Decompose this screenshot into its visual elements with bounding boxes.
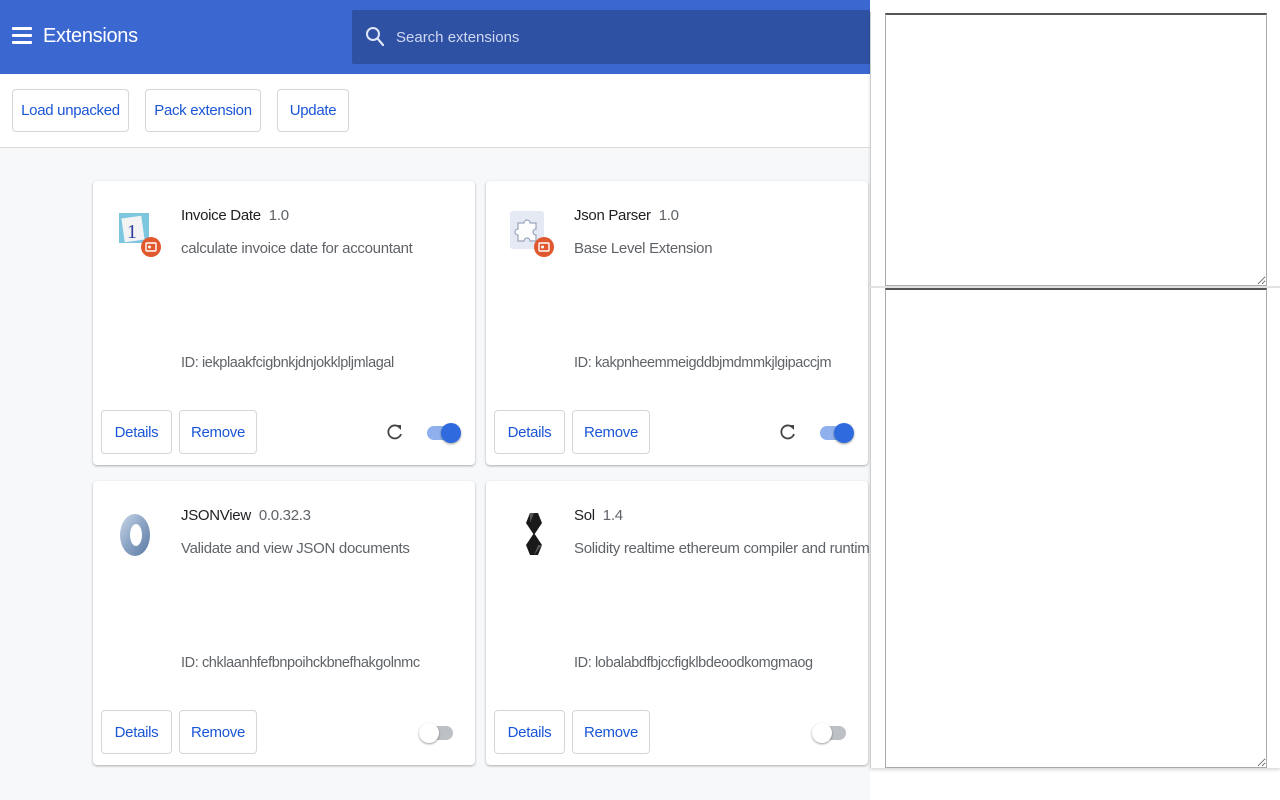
extension-version: 1.4 — [602, 507, 623, 524]
extension-card: JSONView 0.0.32.3 Validate and view JSON … — [93, 481, 475, 765]
pack-extension-button[interactable]: Pack extension — [145, 89, 261, 132]
extension-name: Invoice Date 1.0 — [181, 207, 289, 224]
top-textarea[interactable] — [885, 13, 1267, 286]
developer-toolbar: Load unpacked Pack extension Update — [0, 74, 880, 148]
calendar-one-icon: 1 — [119, 213, 161, 257]
remove-button[interactable]: Remove — [179, 410, 257, 454]
remove-button[interactable]: Remove — [572, 410, 650, 454]
load-unpacked-button[interactable]: Load unpacked — [12, 89, 129, 132]
extension-name: Json Parser 1.0 — [574, 207, 679, 224]
puzzle-piece-icon — [510, 211, 554, 257]
search-icon — [366, 27, 385, 47]
enable-toggle[interactable] — [818, 423, 854, 443]
details-button[interactable]: Details — [101, 710, 172, 754]
search-box[interactable] — [352, 10, 882, 64]
extension-card: Sol 1.4 Solidity realtime ethereum compil… — [486, 481, 878, 765]
extension-version: 1.0 — [268, 207, 289, 224]
search-input[interactable] — [396, 24, 856, 50]
json-ring-icon — [120, 514, 150, 556]
extension-id: ID: kakpnheemmeigddbjmdmmkjlgipaccjm — [574, 355, 832, 371]
extension-version: 1.0 — [658, 207, 679, 224]
enable-toggle[interactable] — [419, 723, 455, 743]
remove-button[interactable]: Remove — [572, 710, 650, 754]
page-title: Extensions — [43, 25, 138, 47]
enable-toggle[interactable] — [812, 723, 848, 743]
extension-id: ID: iekplaakfcigbnkjdnjokklpljmlagal — [181, 355, 394, 371]
remove-button[interactable]: Remove — [179, 710, 257, 754]
extension-id: ID: lobalabdfbjccfigklbdeoodkomgmaog — [574, 655, 813, 671]
extension-name: JSONView 0.0.32.3 — [181, 507, 311, 524]
extension-id: ID: chklaanhfefbnpoihckbnefhakgolnmc — [181, 655, 420, 671]
extension-version: 0.0.32.3 — [258, 507, 311, 524]
reload-icon[interactable] — [385, 421, 405, 443]
extension-card: Json Parser 1.0 Base Level Extension ID: … — [486, 181, 868, 465]
details-button[interactable]: Details — [494, 710, 565, 754]
reload-icon[interactable] — [778, 421, 798, 443]
bottom-textarea[interactable] — [885, 288, 1267, 768]
solidity-logo-icon — [526, 513, 542, 555]
extension-description: Solidity realtime ethereum compiler and … — [574, 540, 878, 557]
update-button[interactable]: Update — [277, 89, 349, 132]
extension-description: Base Level Extension — [574, 240, 713, 257]
details-button[interactable]: Details — [494, 410, 565, 454]
extension-description: calculate invoice date for accountant — [181, 240, 413, 257]
details-button[interactable]: Details — [101, 410, 172, 454]
extension-description: Validate and view JSON documents — [181, 540, 410, 557]
extension-card: 1 Invoice Date 1.0 calculate invoice date… — [93, 181, 475, 465]
enable-toggle[interactable] — [425, 423, 461, 443]
svg-text:1: 1 — [127, 221, 137, 243]
extension-name: Sol 1.4 — [574, 507, 623, 524]
hamburger-menu-icon[interactable] — [12, 27, 32, 45]
